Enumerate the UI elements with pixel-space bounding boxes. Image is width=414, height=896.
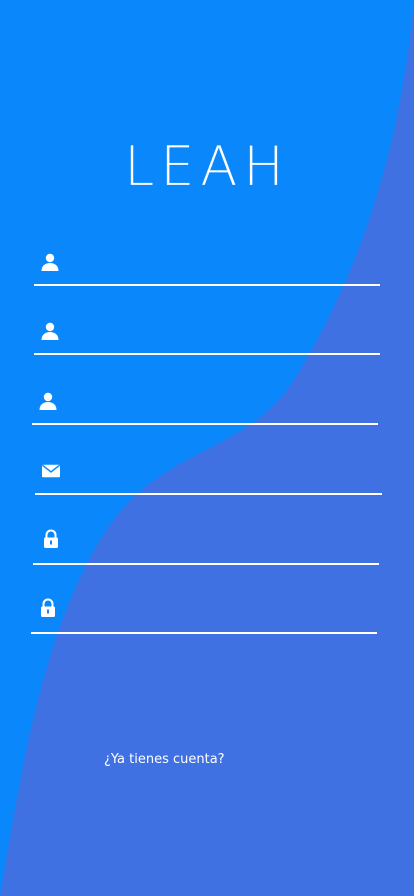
user-icon xyxy=(39,392,57,410)
user-icon xyxy=(41,253,59,271)
user-icon xyxy=(41,322,59,340)
username-field[interactable] xyxy=(32,383,378,425)
confirm-password-field[interactable] xyxy=(31,592,377,634)
first-name-input[interactable] xyxy=(72,248,376,280)
email-field[interactable] xyxy=(35,453,382,495)
confirm-password-input[interactable] xyxy=(69,596,373,628)
email-input[interactable] xyxy=(73,457,378,489)
login-link[interactable]: ¿Ya tienes cuenta? xyxy=(104,752,225,767)
last-name-field[interactable] xyxy=(34,313,380,355)
last-name-input[interactable] xyxy=(72,317,376,349)
password-field[interactable] xyxy=(33,523,379,565)
envelope-icon xyxy=(42,464,60,478)
password-input[interactable] xyxy=(71,527,375,559)
lock-icon xyxy=(44,529,58,548)
first-name-field[interactable] xyxy=(34,244,380,286)
username-input[interactable] xyxy=(70,387,374,419)
lock-icon xyxy=(41,598,55,617)
app-logo: LEAH xyxy=(124,135,290,198)
